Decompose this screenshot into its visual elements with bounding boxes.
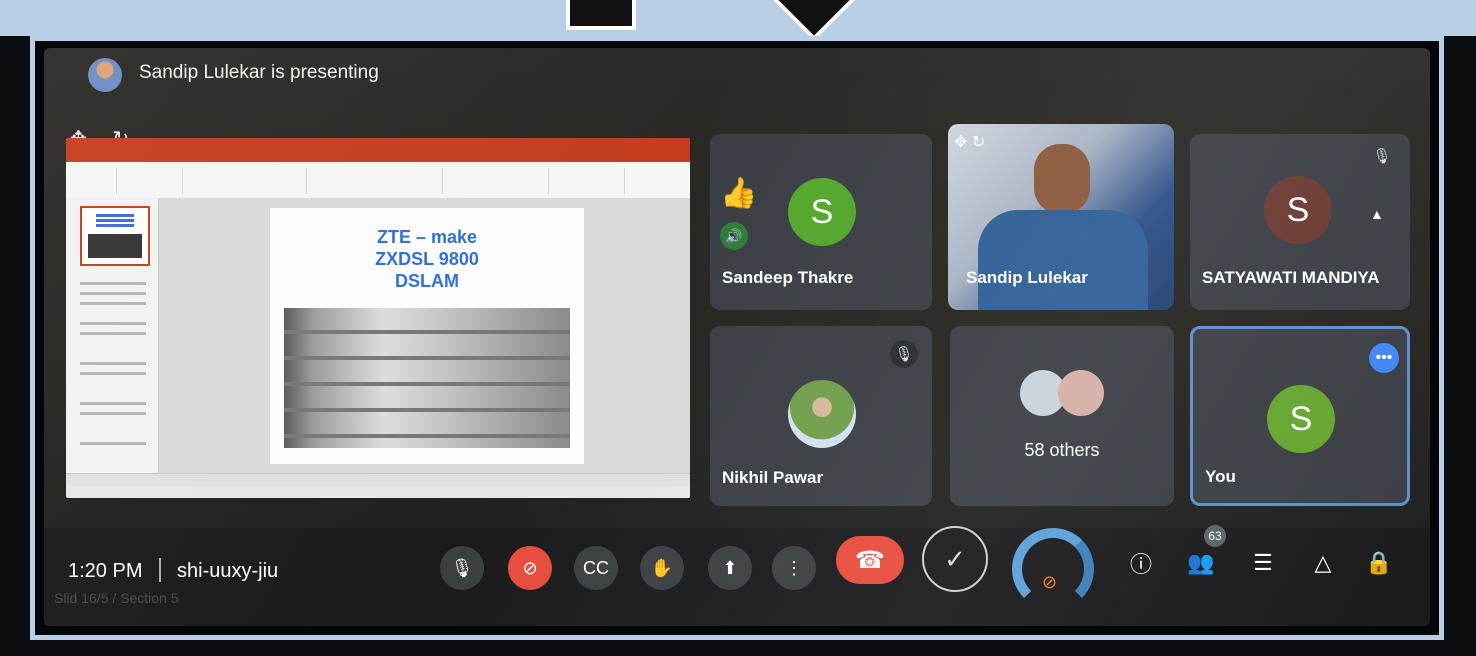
camera-off-icon: ⊘ (522, 557, 538, 578)
participant-name: Sandeep Thakre (722, 268, 854, 287)
captions-icon: CC (583, 557, 609, 578)
presenter-avatar (88, 58, 122, 92)
eye-off-icon: ⊘ (1042, 572, 1058, 592)
top-decor-bar (0, 0, 1476, 36)
participant-tile-nikhil[interactable]: 🎙 Nikhil Pawar (710, 326, 932, 506)
ppt-workspace: ZTE – make ZXDSL 9800 DSLAM (66, 198, 690, 486)
participant-tile-you[interactable]: ••• S You (1190, 326, 1410, 506)
raise-hand-icon: ✋ (650, 557, 674, 578)
shared-screen: ZTE – make ZXDSL 9800 DSLAM (66, 138, 690, 498)
raise-hand-button[interactable]: ✋ (640, 546, 684, 590)
check-icon: ✓ (944, 543, 966, 574)
present-button[interactable]: ⬆ (708, 546, 752, 590)
mic-icon: 🎙 (450, 557, 474, 578)
participant-name: Nikhil Pawar (722, 468, 824, 487)
info-icon: ⓘ (1129, 552, 1152, 577)
participant-tile-others[interactable]: 58 others (950, 326, 1174, 506)
chat-icon: ☰ (1253, 550, 1273, 575)
more-options-button[interactable]: ⋮ (772, 546, 816, 590)
speaker-icon: 🔊 (720, 222, 748, 250)
participant-tile-satyawati[interactable]: 🎙 S ▲ SATYAWATI MANDIYA (1190, 134, 1410, 310)
ppt-status-bar (66, 473, 690, 486)
move-icon[interactable]: ✥ ↻ (954, 132, 985, 152)
slide-equipment-photo (284, 308, 570, 448)
participant-name: You (1205, 467, 1236, 486)
meeting-code: shi-uuxy-jiu (177, 560, 279, 582)
background-ghost-text: Slid 16/5 / Section 5 (54, 590, 179, 606)
meet-screen: Sandip Lulekar is presenting ✥ ↻ (44, 48, 1430, 626)
captions-button[interactable]: CC (574, 546, 618, 590)
current-slide: ZTE – make ZXDSL 9800 DSLAM (270, 208, 584, 464)
meeting-time: 1:20 PM (68, 560, 143, 582)
participant-tile-sandip[interactable]: ✥ ↻ Sandip Lulekar (948, 124, 1174, 310)
avatar: S (1267, 385, 1335, 453)
ppt-ribbon (66, 152, 690, 199)
avatar (788, 380, 856, 448)
avatar: S (788, 178, 856, 246)
avatar: S (1264, 176, 1332, 244)
participant-video-body (978, 210, 1148, 310)
cursor-icon: ▲ (1370, 206, 1384, 222)
slide-thumbnails (66, 198, 159, 486)
more-options-icon: ⋮ (785, 557, 803, 578)
thumbs-up-icon: 👍 (720, 177, 758, 210)
participant-name: Sandip Lulekar (966, 268, 1088, 287)
others-count: 58 others (1024, 440, 1100, 460)
ppt-title-bar (66, 138, 690, 152)
participant-name: SATYAWATI MANDIYA (1202, 268, 1380, 287)
slide-title: ZTE – make ZXDSL 9800 DSLAM (375, 227, 479, 291)
participant-video-face (1034, 144, 1090, 214)
participants-count-badge: 63 (1204, 525, 1226, 547)
host-controls-button[interactable]: 🔒 (1364, 548, 1394, 578)
end-call-button[interactable]: ☎ (836, 536, 904, 584)
avatar (1058, 370, 1104, 416)
mic-off-icon: 🎙 (1372, 148, 1392, 165)
chat-button[interactable]: ☰ (1248, 548, 1278, 578)
gauge-widget (1012, 528, 1094, 610)
more-options-icon[interactable]: ••• (1369, 343, 1399, 373)
people-button[interactable]: 👥 (1186, 548, 1216, 578)
mic-button[interactable]: 🎙 (440, 546, 484, 590)
host-controls-icon: 🔒 (1365, 550, 1393, 575)
activities-icon: △ (1314, 550, 1332, 575)
time-divider (159, 558, 161, 582)
presenting-text: Sandip Lulekar is presenting (139, 62, 379, 83)
participant-tile-sandeep[interactable]: 👍 🔊 S Sandeep Thakre (710, 134, 932, 310)
activities-button[interactable]: △ (1308, 548, 1338, 578)
mic-off-icon: 🎙 (890, 340, 918, 368)
present-icon: ⬆ (722, 557, 738, 578)
end-call-icon: ☎ (855, 546, 885, 574)
checkmark-button[interactable]: ✓ (922, 526, 988, 592)
slide-thumbnail[interactable] (80, 206, 150, 266)
people-icon: 👥 (1187, 550, 1215, 575)
decor-shape-left (566, 0, 636, 30)
camera-button[interactable]: ⊘ (508, 546, 552, 590)
info-button[interactable]: ⓘ (1126, 548, 1156, 578)
